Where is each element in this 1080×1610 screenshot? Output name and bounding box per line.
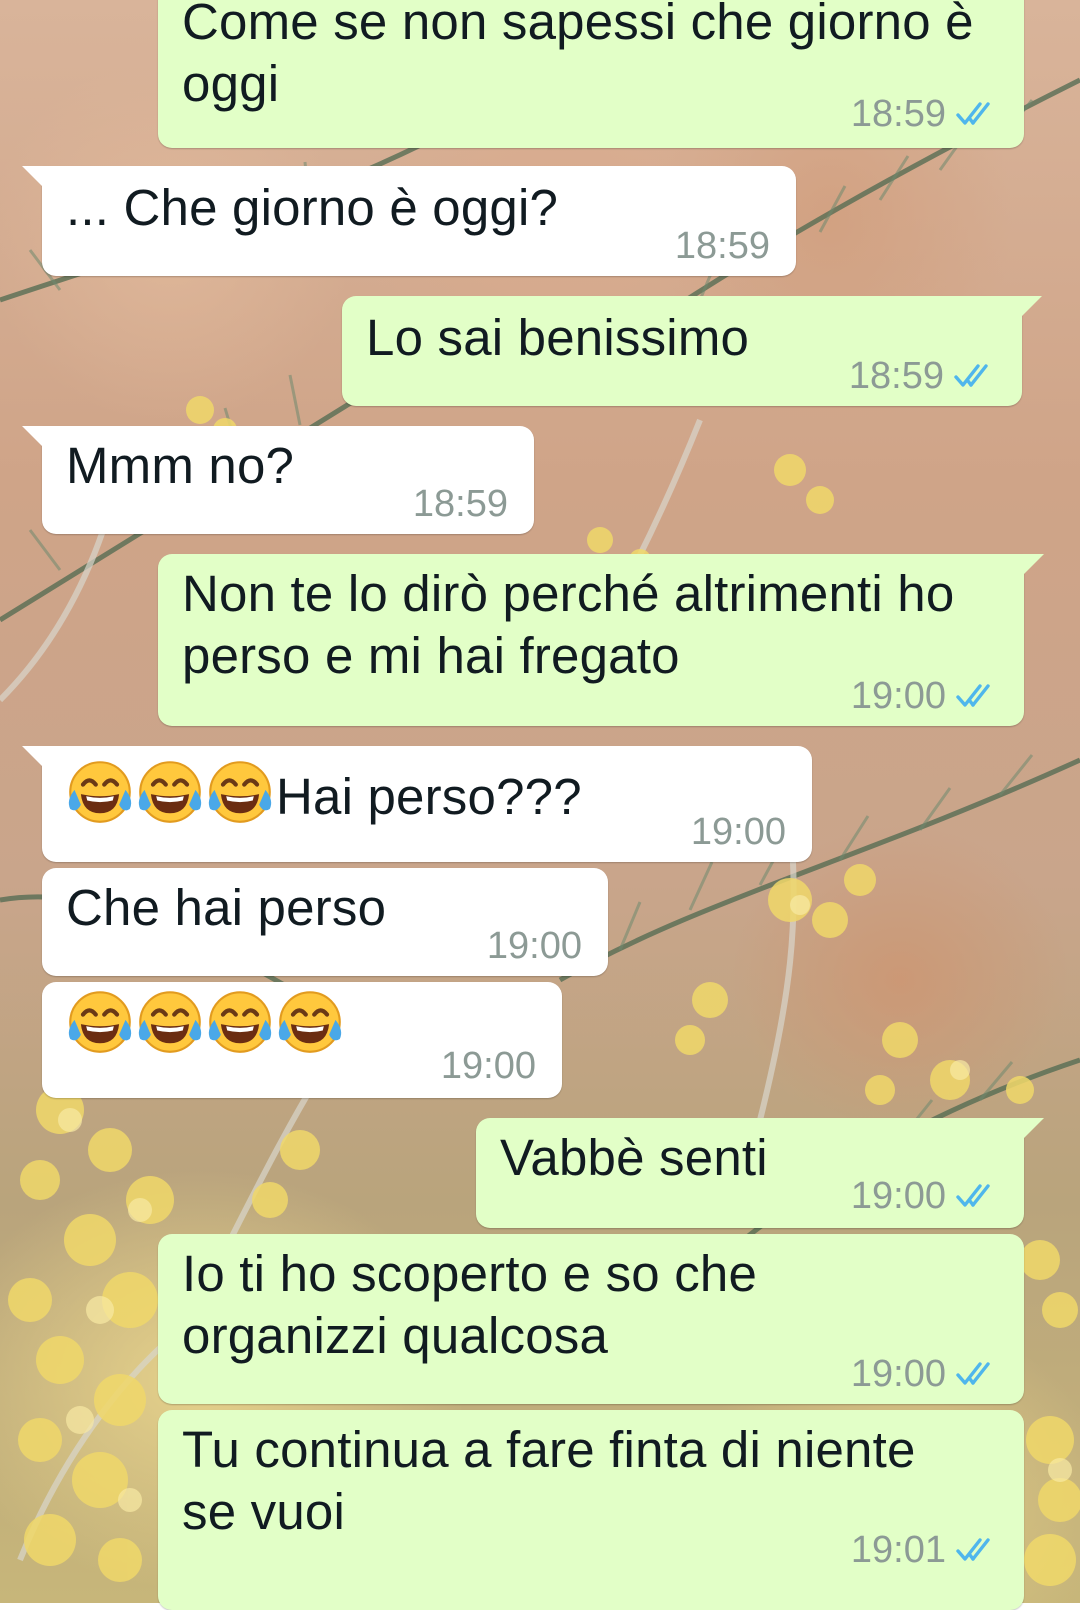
bubble-tail bbox=[22, 746, 44, 768]
bubble-tail bbox=[22, 426, 44, 448]
outgoing-message-bubble[interactable]: Come se non sapessi che giorno è oggi 18:5… bbox=[158, 0, 1024, 148]
message-meta: 19:00 bbox=[487, 914, 582, 978]
message-text-content: Hai perso??? bbox=[276, 768, 582, 825]
double-check-icon bbox=[956, 1538, 990, 1561]
outgoing-message-bubble[interactable]: Vabbè senti 19:00 bbox=[476, 1118, 1044, 1228]
message-text-content: Vabbè senti bbox=[500, 1129, 768, 1186]
message-timestamp: 18:59 bbox=[412, 483, 508, 525]
message-meta: 18:59 bbox=[413, 472, 508, 536]
double-check-icon bbox=[956, 1362, 990, 1385]
message-meta: 19:00 bbox=[851, 1342, 1000, 1406]
bubble-tail bbox=[1022, 554, 1044, 576]
message-meta: 19:00 bbox=[851, 1164, 1000, 1228]
message-text-line: organizzi qualcosa bbox=[182, 1307, 609, 1364]
incoming-message-bubble[interactable]: Hai perso??? 19:00 bbox=[22, 746, 812, 864]
message-meta: 19:00 bbox=[441, 1034, 536, 1098]
incoming-message-bubble[interactable]: Che hai perso 19:00 bbox=[42, 868, 608, 976]
message-text: ... Che giorno è oggi? bbox=[66, 176, 558, 240]
message-text-line: Non te lo dirò perché altrimenti ho bbox=[182, 565, 955, 622]
message-text-line: Io ti ho scoperto e so che bbox=[182, 1245, 758, 1302]
message-meta: 19:00 bbox=[691, 800, 786, 864]
message-text-line: oggi bbox=[182, 55, 280, 112]
message-meta: 19:01 bbox=[851, 1518, 1000, 1582]
double-check-icon bbox=[956, 684, 990, 707]
message-timestamp: 19:00 bbox=[850, 675, 946, 717]
message-text: Vabbè senti bbox=[500, 1126, 768, 1190]
message-text: Lo sai benissimo bbox=[366, 306, 749, 370]
message-meta: 18:59 bbox=[851, 82, 1000, 146]
outgoing-message-bubble[interactable]: Lo sai benissimo 18:59 bbox=[342, 296, 1042, 408]
message-text: Mmm no? bbox=[66, 434, 294, 498]
message-timestamp: 19:01 bbox=[850, 1529, 946, 1571]
message-text-content: Mmm no? bbox=[66, 437, 295, 494]
outgoing-message-bubble[interactable]: Tu continua a fare finta di niente se vuo… bbox=[158, 1410, 1024, 1610]
incoming-message-bubble[interactable]: 19:00 bbox=[42, 982, 562, 1098]
face-with-tears-of-joy-icon bbox=[208, 991, 272, 1053]
message-timestamp: 19:00 bbox=[850, 1353, 946, 1395]
face-with-tears-of-joy-icon bbox=[208, 761, 272, 823]
message-text bbox=[66, 988, 346, 1059]
message-text-line: se vuoi bbox=[182, 1483, 345, 1540]
face-with-tears-of-joy-icon bbox=[68, 761, 132, 823]
message-text: Che hai perso bbox=[66, 876, 386, 940]
face-with-tears-of-joy-icon bbox=[138, 991, 202, 1053]
outgoing-message-bubble[interactable]: Non te lo dirò perché altrimenti ho perso… bbox=[158, 554, 1044, 728]
message-meta: 18:59 bbox=[849, 344, 998, 408]
message-text-content: ... Che giorno è oggi? bbox=[66, 179, 559, 236]
message-text-content: Lo sai benissimo bbox=[366, 309, 750, 366]
message-timestamp: 19:00 bbox=[486, 925, 582, 967]
incoming-message-bubble[interactable]: Mmm no? 18:59 bbox=[22, 426, 534, 536]
outgoing-message-bubble[interactable]: Io ti ho scoperto e so che organizzi qual… bbox=[158, 1234, 1024, 1404]
message-text-line: Tu continua a fare finta di niente bbox=[182, 1421, 916, 1478]
bubble-tail bbox=[1022, 1118, 1044, 1140]
face-with-tears-of-joy-icon bbox=[278, 991, 342, 1053]
double-check-icon bbox=[956, 1184, 990, 1207]
message-timestamp: 18:59 bbox=[848, 355, 944, 397]
double-check-icon bbox=[956, 102, 990, 125]
message-timestamp: 19:00 bbox=[690, 811, 786, 853]
message-timestamp: 19:00 bbox=[850, 1175, 946, 1217]
message-text: Hai perso??? bbox=[66, 758, 582, 829]
message-meta: 19:00 bbox=[851, 664, 1000, 728]
message-text-content: Che hai perso bbox=[66, 879, 387, 936]
message-timestamp: 19:00 bbox=[440, 1045, 536, 1087]
double-check-icon bbox=[954, 364, 988, 387]
face-with-tears-of-joy-icon bbox=[138, 761, 202, 823]
message-timestamp: 18:59 bbox=[850, 93, 946, 135]
incoming-message-bubble[interactable]: ... Che giorno è oggi? 18:59 bbox=[22, 166, 796, 278]
face-with-tears-of-joy-icon bbox=[68, 991, 132, 1053]
message-timestamp: 18:59 bbox=[674, 225, 770, 267]
bubble-tail bbox=[22, 166, 44, 188]
message-text-line: perso e mi hai fregato bbox=[182, 627, 680, 684]
message-text-line: Come se non sapessi che giorno è bbox=[182, 0, 974, 50]
message-meta: 18:59 bbox=[675, 214, 770, 278]
bubble-tail bbox=[1020, 296, 1042, 318]
